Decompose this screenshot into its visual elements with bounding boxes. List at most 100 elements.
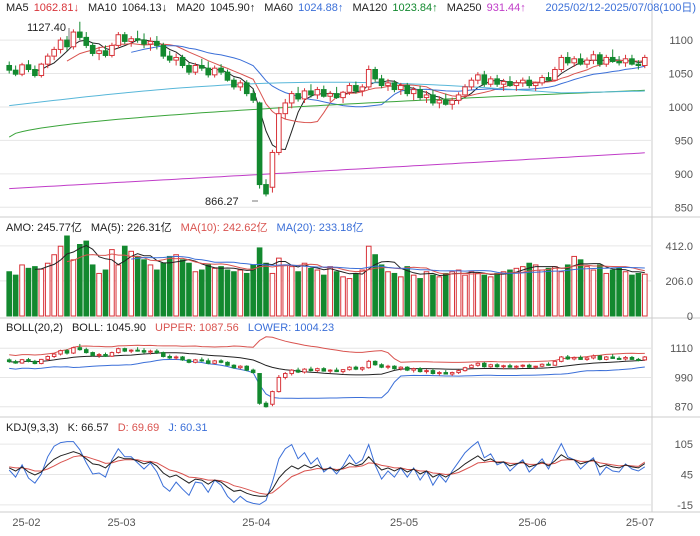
date-range-label: 2025/02/12-2025/07/08(100日) bbox=[546, 2, 696, 14]
boll-candle-up bbox=[642, 356, 648, 361]
legend-ma20-label: MA20 bbox=[176, 2, 205, 14]
candle-down bbox=[121, 34, 128, 42]
candle-up bbox=[109, 44, 115, 56]
amo-bar-up bbox=[552, 266, 558, 317]
candle-up bbox=[571, 58, 577, 64]
legend-ma10-label: MA10 bbox=[88, 2, 117, 14]
boll-candle-down bbox=[321, 368, 327, 372]
amo-bar-down bbox=[320, 274, 327, 317]
boll-candle-up bbox=[385, 365, 391, 368]
candle-down bbox=[256, 102, 263, 186]
boll-candle-up bbox=[424, 370, 429, 373]
legend-ma120-label: MA120 bbox=[352, 2, 387, 14]
candle-down bbox=[250, 93, 256, 101]
candle-down bbox=[635, 63, 642, 66]
candle-down bbox=[597, 54, 603, 65]
boll-title: BOLL(20,2) bbox=[6, 322, 63, 334]
boll-candle-down bbox=[83, 349, 89, 354]
boll-candle-up bbox=[51, 353, 57, 357]
amo-bar-down bbox=[218, 266, 224, 317]
candle-down bbox=[378, 78, 385, 87]
candle-down bbox=[154, 40, 160, 46]
boll-candle-down bbox=[334, 369, 339, 373]
candle-down bbox=[179, 56, 186, 66]
amo-bar-up bbox=[301, 262, 308, 317]
candle-up bbox=[622, 58, 629, 64]
candle-down bbox=[218, 67, 224, 73]
candle-down bbox=[160, 44, 167, 57]
price-tick-label: 1100 bbox=[669, 35, 693, 47]
candle-up bbox=[641, 56, 648, 66]
boll-candle-up bbox=[456, 370, 461, 374]
candle-up bbox=[475, 74, 481, 81]
kdj-d: D: 69.69 bbox=[118, 422, 160, 434]
amo-bar-up bbox=[423, 271, 430, 317]
amo-bar-down bbox=[198, 269, 205, 317]
amo-bar-up bbox=[584, 266, 590, 317]
candle-down bbox=[102, 50, 109, 56]
candle-up bbox=[410, 89, 417, 95]
boll-candle-up bbox=[128, 349, 134, 352]
boll-candle-down bbox=[135, 349, 140, 352]
candle-down bbox=[417, 89, 423, 99]
legend-ma250-value: 931.44↑ bbox=[487, 2, 526, 14]
boll-candle-down bbox=[430, 370, 436, 375]
amo-bar-up bbox=[487, 276, 494, 317]
candle-up bbox=[192, 64, 199, 73]
boll-candle-down bbox=[379, 364, 384, 368]
candle-up bbox=[462, 86, 468, 96]
boll-candle-down bbox=[154, 350, 160, 354]
boll-candle-up bbox=[327, 369, 333, 372]
boll-candle-down bbox=[13, 361, 18, 364]
boll-upper: UPPER: 1087.56 bbox=[155, 322, 239, 334]
boll-candle-down bbox=[167, 355, 172, 359]
candle-up bbox=[513, 82, 520, 87]
amo-bar-down bbox=[545, 267, 552, 317]
amo-bar-up bbox=[385, 271, 391, 317]
candle-down bbox=[526, 79, 533, 87]
kdj-tick-label: 45 bbox=[681, 470, 693, 482]
amo-bar-down bbox=[12, 274, 19, 317]
candle-up bbox=[269, 151, 276, 188]
price-tick-label: 850 bbox=[675, 202, 693, 214]
candle-down bbox=[391, 82, 398, 91]
candle-up bbox=[539, 77, 545, 84]
boll-candle-down bbox=[597, 355, 603, 360]
candle-down bbox=[442, 99, 449, 105]
amo-bar-up bbox=[359, 269, 366, 317]
boll-candle-up bbox=[39, 358, 44, 365]
amo-bar-down bbox=[83, 240, 90, 317]
amo-bar-down bbox=[629, 274, 635, 317]
svg-text:BOLL(20,2) BOLL: 1045.90: BOLL(20,2) BOLL: 1045.90 UPPER: 1087.56 … bbox=[6, 322, 334, 334]
x-tick-label: 25-04 bbox=[242, 517, 270, 529]
amo-bar-down bbox=[77, 244, 83, 317]
boll-candle-up bbox=[411, 368, 416, 371]
boll-candle-down bbox=[392, 365, 397, 370]
amo-value: AMO: 245.77亿 bbox=[6, 221, 82, 234]
boll-candle-up bbox=[604, 356, 609, 360]
boll-candle-up bbox=[173, 356, 179, 359]
amo-bar-down bbox=[404, 266, 411, 317]
boll-candle-down bbox=[141, 350, 147, 353]
candle-up bbox=[359, 86, 366, 92]
amo-bar-up bbox=[38, 268, 45, 317]
boll-candle-down bbox=[578, 356, 583, 360]
amo-bar-down bbox=[141, 259, 147, 317]
boll-candle-up bbox=[212, 360, 217, 364]
candle-down bbox=[263, 184, 269, 195]
amo-bar-up bbox=[147, 264, 154, 317]
price-tick-label: 1000 bbox=[669, 102, 693, 114]
amo-bar-up bbox=[128, 250, 135, 317]
amo-bar-up bbox=[513, 267, 520, 317]
amo-bar-down bbox=[609, 269, 616, 317]
boll-lower: LOWER: 1004.23 bbox=[248, 322, 334, 334]
amo-bar-down bbox=[564, 264, 571, 317]
boll-mid: BOLL: 1045.90 bbox=[72, 322, 146, 334]
boll-candle-down bbox=[417, 368, 423, 373]
boll-candle-down bbox=[295, 369, 301, 373]
amo-bar-down bbox=[378, 264, 385, 317]
boll-candle-down bbox=[244, 365, 250, 371]
boll-candle-down bbox=[263, 402, 269, 408]
boll-candle-down bbox=[353, 366, 359, 370]
amo-bar-up bbox=[340, 276, 346, 317]
